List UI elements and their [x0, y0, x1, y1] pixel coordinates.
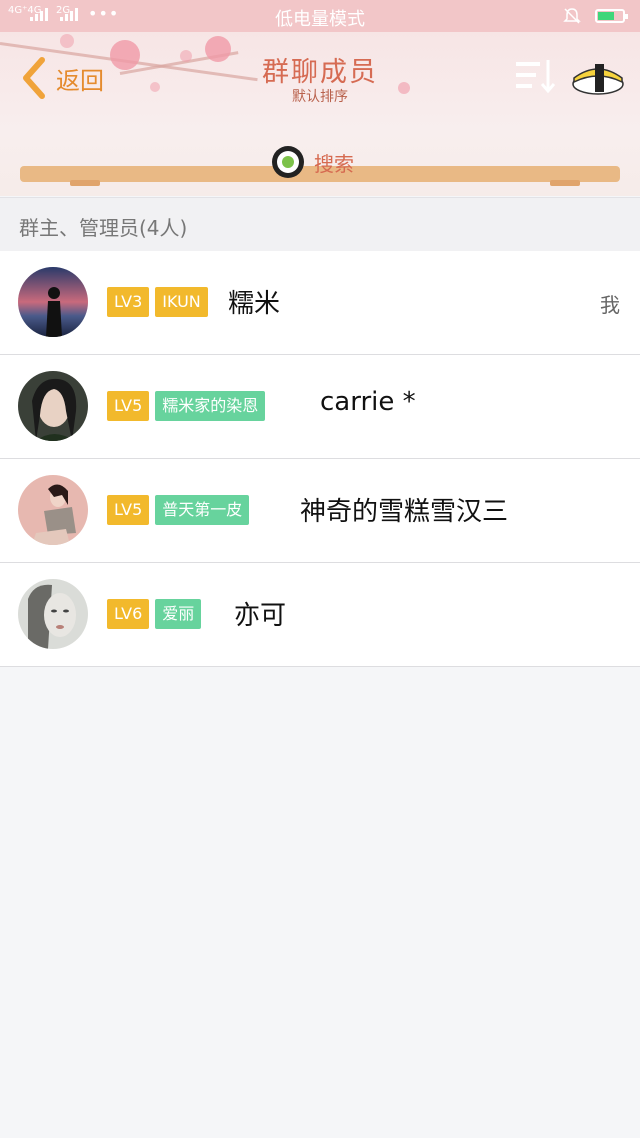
member-name: 糯米 — [228, 289, 281, 319]
plank-leg — [550, 180, 580, 186]
member-row[interactable]: LV5 糯米家的染恩 carrie * — [0, 355, 640, 459]
member-list: LV3 IKUN 糯米 我 LV5 糯米家的染恩 carrie * LV5 普天… — [0, 251, 640, 667]
member-badges: LV5 糯米家的染恩 — [107, 391, 266, 421]
power-mode-label: 低电量模式 — [275, 9, 365, 30]
plank-leg — [70, 180, 100, 186]
blossom-decoration — [60, 34, 74, 48]
avatar — [18, 371, 88, 441]
level-badge: LV6 — [107, 599, 150, 629]
sort-icon[interactable] — [514, 58, 558, 94]
search-label: 搜索 — [314, 151, 354, 176]
avatar — [18, 267, 88, 337]
self-tag: 我 — [600, 293, 620, 317]
level-badge: LV5 — [107, 391, 150, 421]
title-badge: 糯米家的染恩 — [155, 391, 266, 421]
member-name: 亦可 — [234, 601, 287, 631]
search-center: 搜索 — [270, 144, 354, 180]
mute-bell-icon — [563, 8, 581, 24]
level-badge: LV3 — [107, 287, 150, 317]
member-name: 神奇的雪糕雪汉三 — [300, 497, 509, 527]
member-badges: LV3 IKUN — [107, 287, 208, 317]
title-badge: 普天第一皮 — [155, 495, 250, 525]
search-bar[interactable]: 搜索 — [20, 146, 620, 192]
title-badge: IKUN — [155, 287, 208, 317]
section-label: 群主、管理员(4人) — [19, 216, 188, 240]
member-badges: LV5 普天第一皮 — [107, 495, 250, 525]
level-badge: LV5 — [107, 495, 150, 525]
battery-icon — [595, 9, 628, 23]
avatar — [18, 579, 88, 649]
member-row[interactable]: LV6 爱丽 亦可 — [0, 563, 640, 667]
title-badge: 爱丽 — [155, 599, 202, 629]
status-bar: 4G⁺4G 2G ••• 低电量模式 — [0, 0, 640, 32]
member-name: carrie * — [320, 387, 416, 417]
avatar — [18, 475, 88, 545]
sushi-icon[interactable] — [570, 56, 626, 96]
sushi-roll-icon — [272, 146, 304, 178]
header: 返回 群聊成员 默认排序 搜索 — [0, 32, 640, 196]
member-badges: LV6 爱丽 — [107, 599, 202, 629]
member-row[interactable]: LV3 IKUN 糯米 我 — [0, 251, 640, 355]
member-row[interactable]: LV5 普天第一皮 神奇的雪糕雪汉三 — [0, 459, 640, 563]
section-header: 群主、管理员(4人) — [0, 197, 640, 252]
